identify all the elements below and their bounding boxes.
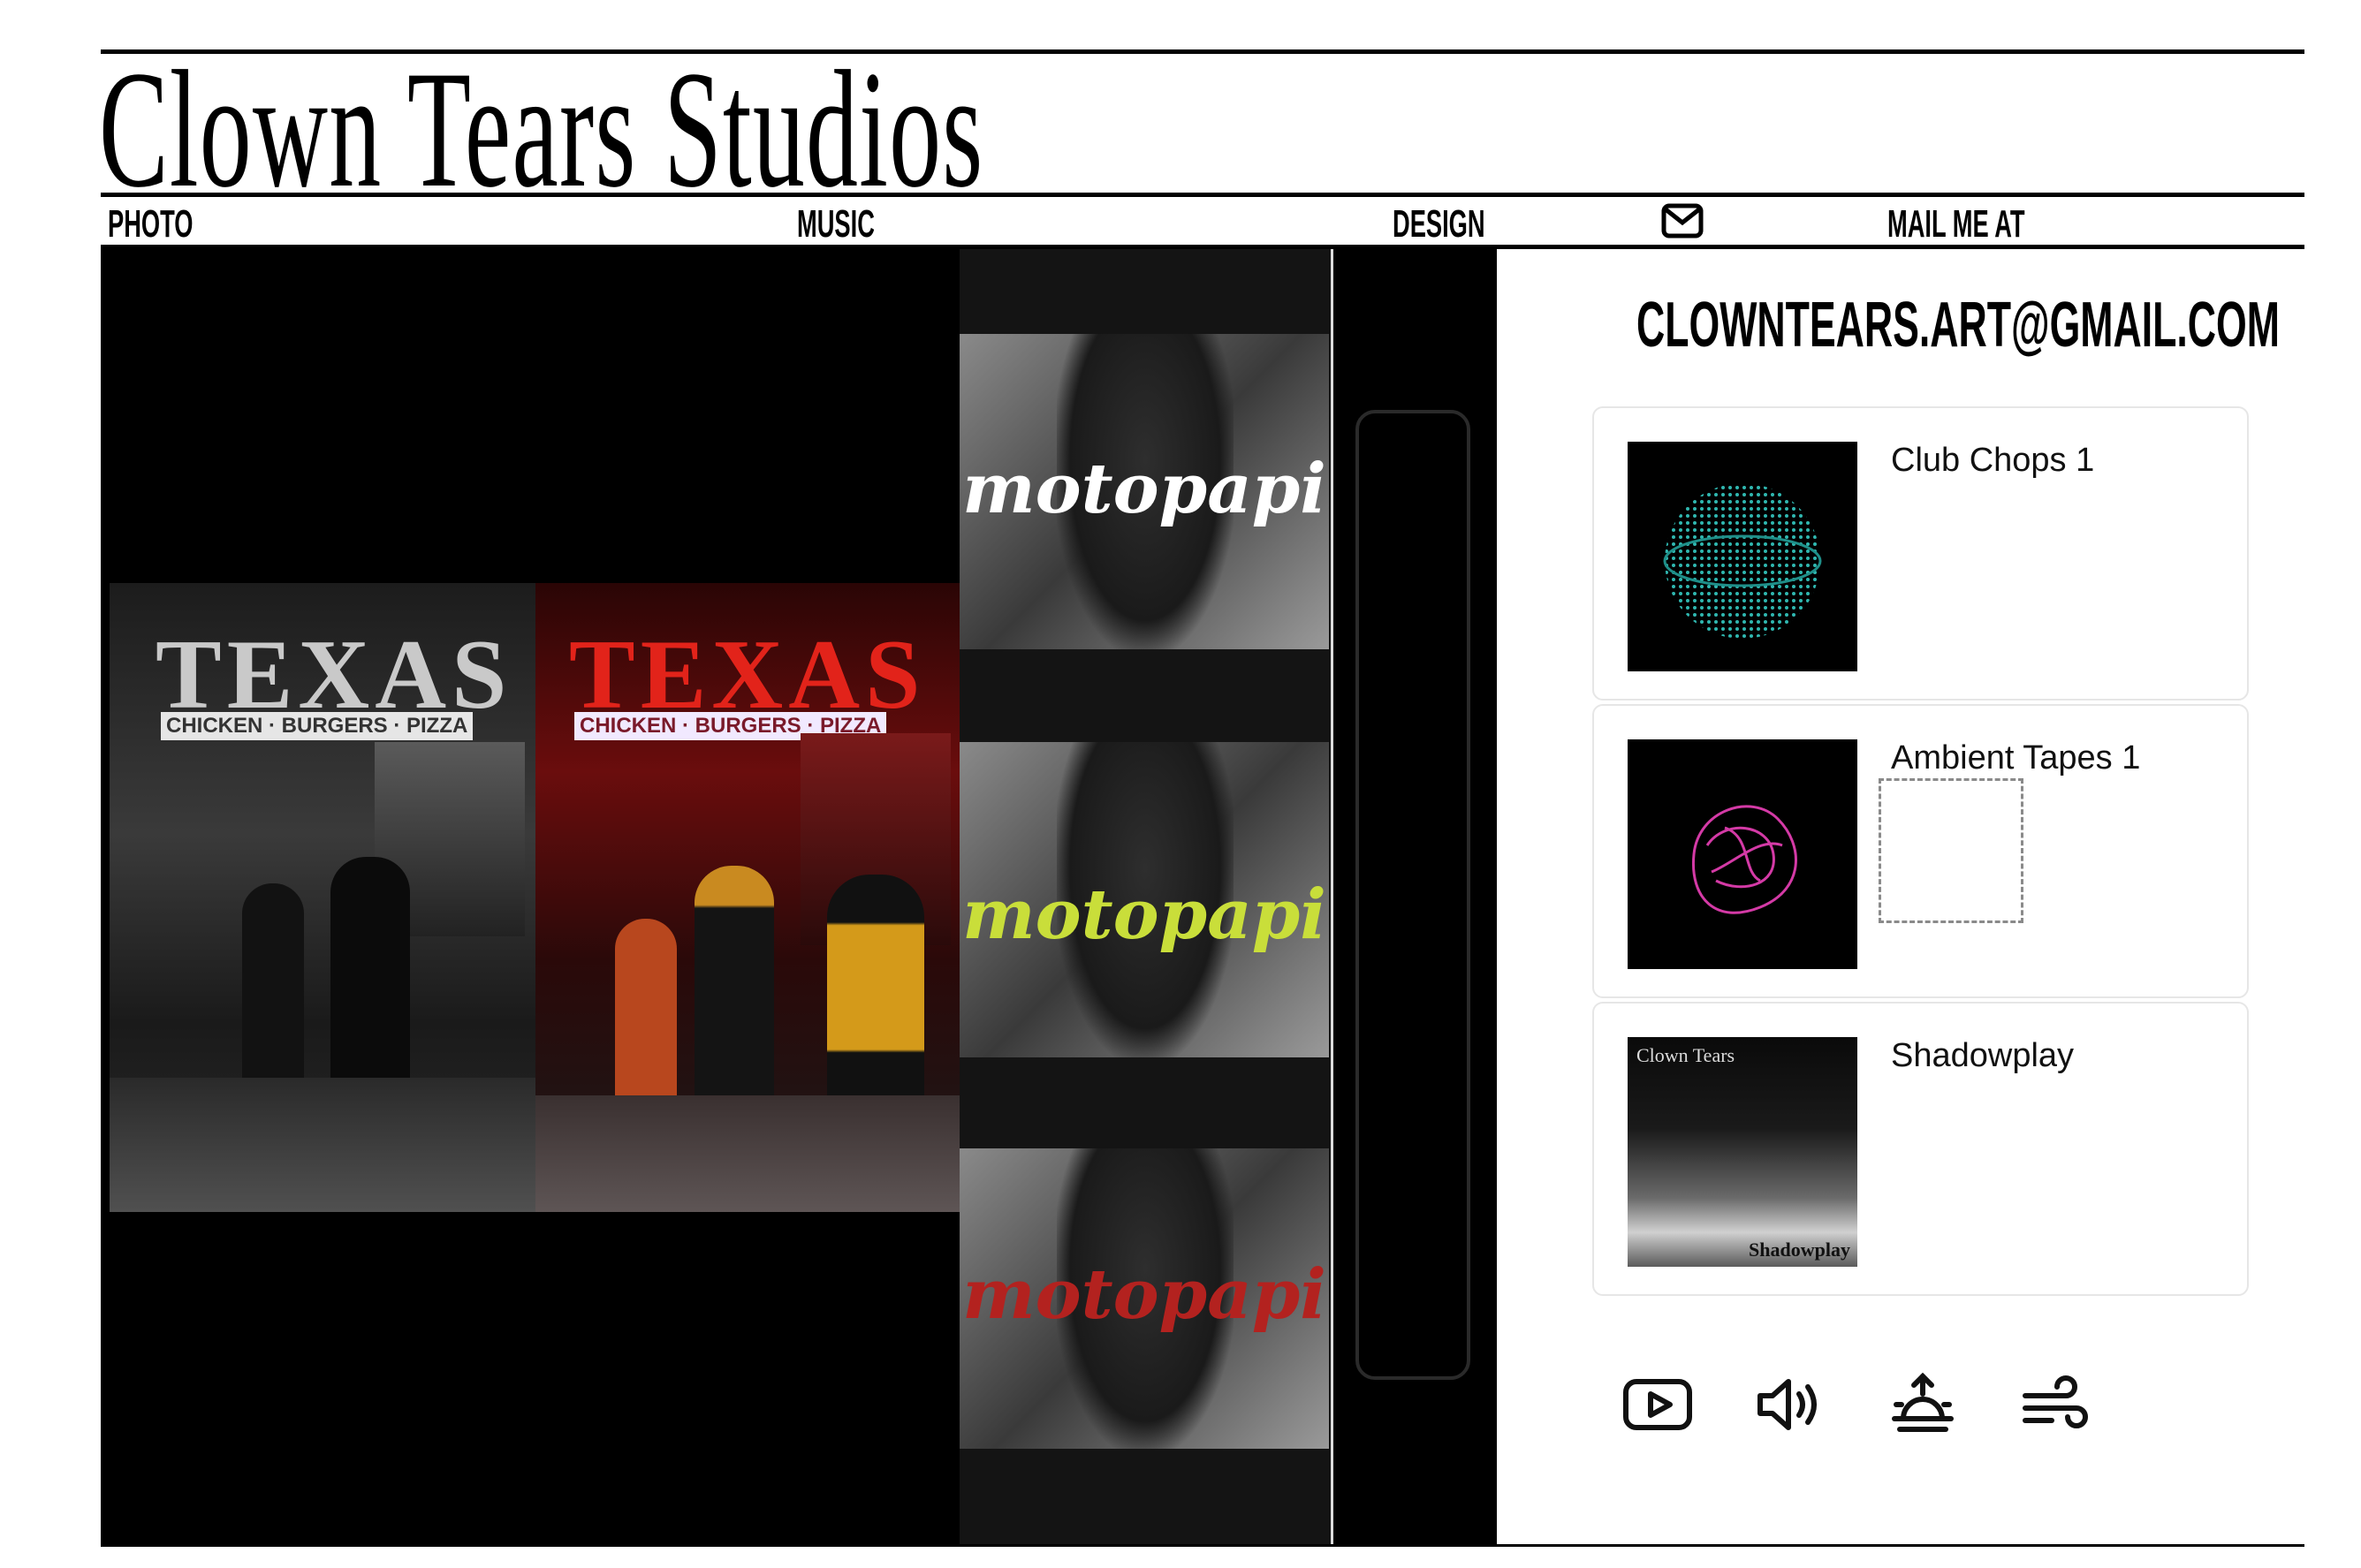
art-label-bottom: Shadowplay xyxy=(1749,1238,1850,1261)
track-card-2[interactable]: Ambient Tapes 1 xyxy=(1592,704,2249,998)
nav-photo[interactable]: PHOTO xyxy=(108,205,194,244)
nav-top-rule xyxy=(101,193,2304,197)
poster-title: motopapi xyxy=(962,1254,1326,1335)
volume-icon[interactable] xyxy=(1755,1369,1826,1444)
track-art-2 xyxy=(1628,739,1857,969)
track-art-1 xyxy=(1628,442,1857,671)
sidewalk xyxy=(535,1095,960,1212)
scroll-track[interactable] xyxy=(1355,410,1470,1380)
track-card-1[interactable]: Club Chops 1 xyxy=(1592,406,2249,701)
site-title: Clown Tears Studios xyxy=(99,37,984,223)
photo-panel: TEXAS CHICKEN · BURGERS · PIZZA TEXAS CH… xyxy=(101,249,963,1546)
sign-sub: CHICKEN · BURGERS · PIZZA xyxy=(161,712,474,740)
track-title: Shadowplay xyxy=(1891,1037,2075,1074)
nav-music[interactable]: MUSIC xyxy=(797,205,875,244)
design-poster-2[interactable]: motopapi xyxy=(960,742,1329,1057)
contact-email[interactable]: CLOWNTEARS.ART@GMAIL.COM xyxy=(1636,293,2280,357)
poster-title: motopapi xyxy=(962,449,1326,529)
photo-grayscale[interactable]: TEXAS CHICKEN · BURGERS · PIZZA xyxy=(110,583,535,1212)
sunrise-icon[interactable] xyxy=(1887,1369,1958,1444)
track-title: Club Chops 1 xyxy=(1891,442,2095,479)
art-label-top: Clown Tears xyxy=(1636,1044,1735,1066)
youtube-icon[interactable] xyxy=(1622,1369,1693,1444)
mail-icon[interactable] xyxy=(1661,203,1704,239)
design-poster-3[interactable]: motopapi xyxy=(960,1148,1329,1449)
track-title: Ambient Tapes 1 xyxy=(1891,739,2141,776)
nav-design[interactable]: DESIGN xyxy=(1393,205,1485,244)
track-art-3: Clown Tears Shadowplay xyxy=(1628,1037,1857,1267)
design-poster-1[interactable]: motopapi xyxy=(960,334,1329,649)
poster-title: motopapi xyxy=(962,875,1326,955)
nav-mail-me-at: MAIL ME AT xyxy=(1887,202,2025,246)
bottom-rule xyxy=(101,1544,2304,1547)
drop-placeholder[interactable] xyxy=(1879,778,2023,923)
wind-icon[interactable] xyxy=(2020,1369,2091,1444)
track-card-3[interactable]: Clown Tears Shadowplay Shadowplay xyxy=(1592,1002,2249,1296)
photo-color[interactable]: TEXAS CHICKEN · BURGERS · PIZZA xyxy=(535,583,960,1212)
sidewalk xyxy=(110,1078,535,1212)
